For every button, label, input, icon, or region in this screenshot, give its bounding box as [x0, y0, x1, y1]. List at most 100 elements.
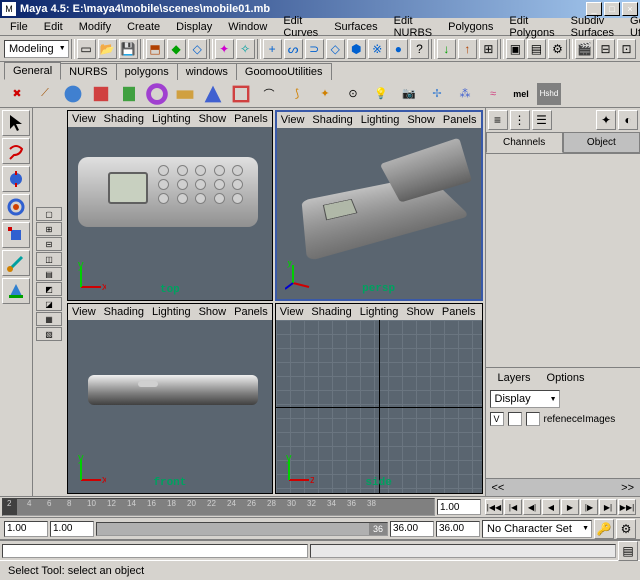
range-start-inner[interactable] — [50, 521, 94, 537]
cb-manip-icon[interactable]: ✦ — [596, 110, 616, 130]
rotate-tool[interactable] — [2, 194, 30, 220]
layout-2h-icon[interactable]: ⊟ — [36, 237, 62, 251]
snap-curve-icon[interactable]: ᔕ — [284, 39, 303, 59]
shelf-hshd-icon[interactable]: Hshd — [536, 82, 562, 106]
vp-menu-lighting[interactable]: Lighting — [152, 306, 191, 318]
menu-modify[interactable]: Modify — [73, 19, 117, 35]
vp-menu-panels[interactable]: Panels — [442, 306, 476, 318]
shelf-mel-icon[interactable]: mel — [508, 82, 534, 106]
vp-menu-shading[interactable]: Shading — [104, 113, 144, 125]
snap-live-icon[interactable]: ⬢ — [347, 39, 366, 59]
step-back-button[interactable]: ◀| — [523, 499, 541, 515]
layout-icon[interactable]: ⊟ — [596, 39, 615, 59]
tab-options[interactable]: Options — [539, 370, 593, 386]
vp-menu-show[interactable]: Show — [199, 113, 227, 125]
new-scene-icon[interactable]: ▭ — [77, 39, 96, 59]
shelf-tab-windows[interactable]: windows — [177, 63, 237, 80]
menu-edit-polygons[interactable]: Edit Polygons — [503, 13, 560, 41]
snap-point-icon[interactable]: ⊃ — [305, 39, 324, 59]
shelf-linear-icon[interactable]: ⌒ — [256, 82, 282, 106]
cb-list3-icon[interactable]: ☰ — [532, 110, 552, 130]
snap-grid-icon[interactable]: + — [263, 39, 282, 59]
time-slider[interactable]: 2468101214161820222426283032343638 — [2, 498, 435, 516]
layout-graph-icon[interactable]: ◩ — [36, 282, 62, 296]
forward-end-button[interactable]: ▶▶| — [618, 499, 636, 515]
shelf-emit-icon[interactable]: ✢ — [424, 82, 450, 106]
vp-menu-panels[interactable]: Panels — [443, 114, 477, 126]
prefs-button[interactable]: ⚙ — [616, 519, 636, 539]
render-icon[interactable]: ▣ — [506, 39, 525, 59]
shelf-tab-general[interactable]: General — [4, 62, 61, 80]
shelf-camera-icon[interactable]: 📷 — [396, 82, 422, 106]
shelf-plane-icon[interactable] — [172, 82, 198, 106]
open-scene-icon[interactable]: 📂 — [98, 39, 117, 59]
question-icon[interactable]: ? — [410, 39, 429, 59]
mask-icon[interactable]: ✦ — [215, 39, 234, 59]
select-tool[interactable] — [2, 110, 30, 136]
range-slider[interactable]: 36 — [96, 522, 388, 536]
script-editor-button[interactable]: ▤ — [618, 541, 638, 561]
vp-menu-show[interactable]: Show — [199, 306, 227, 318]
layout-4view-icon[interactable]: ⊞ — [36, 222, 62, 236]
viewport-top[interactable]: ViewShadingLightingShowPanels xy — [67, 110, 273, 301]
vp-menu-panels[interactable]: Panels — [234, 113, 268, 125]
play-forward-button[interactable]: ▶ — [561, 499, 579, 515]
shelf-torus-icon[interactable] — [144, 82, 170, 106]
ipr-icon[interactable]: ▤ — [527, 39, 546, 59]
menu-subdiv-surfaces[interactable]: Subdiv Surfaces — [565, 13, 620, 41]
vp-menu-show[interactable]: Show — [407, 114, 435, 126]
editor-icon[interactable]: ⊡ — [617, 39, 636, 59]
layer-color-swatch[interactable] — [526, 412, 540, 426]
menu-file[interactable]: File — [4, 19, 34, 35]
shelf-delete-icon[interactable]: ✖ — [4, 82, 30, 106]
save-scene-icon[interactable]: 💾 — [119, 39, 138, 59]
cb-list2-icon[interactable]: ⋮ — [510, 110, 530, 130]
layout-script-icon[interactable]: ▦ — [36, 312, 62, 326]
layers-prev[interactable]: << — [492, 482, 505, 494]
vp-menu-lighting[interactable]: Lighting — [361, 114, 400, 126]
viewport-front[interactable]: ViewShadingLightingShowPanels xy front — [67, 303, 273, 494]
cb-list1-icon[interactable]: ≡ — [488, 110, 508, 130]
menu-edit-nurbs[interactable]: Edit NURBS — [388, 13, 439, 41]
tab-layers[interactable]: Layers — [490, 370, 539, 386]
scale-tool[interactable] — [2, 222, 30, 248]
render-globals-icon[interactable]: ⚙ — [548, 39, 567, 59]
last-tool[interactable] — [2, 278, 30, 304]
menu-create[interactable]: Create — [121, 19, 166, 35]
step-back-key-button[interactable]: |◀ — [504, 499, 522, 515]
menu-display[interactable]: Display — [170, 19, 218, 35]
layout-hyper-icon[interactable]: ◪ — [36, 297, 62, 311]
layout-custom-icon[interactable]: ▧ — [36, 327, 62, 341]
shelf-tab-goomooutilities[interactable]: GoomooUtilities — [236, 63, 332, 80]
layers-next[interactable]: >> — [621, 482, 634, 494]
vp-menu-show[interactable]: Show — [406, 306, 434, 318]
shelf-fluid-icon[interactable]: ≈ — [480, 82, 506, 106]
layer-row[interactable]: V refeneceImages — [486, 410, 640, 428]
layer-mode-selector[interactable]: Display — [490, 390, 560, 408]
move-tool[interactable] — [2, 166, 30, 192]
shelf-square-icon[interactable] — [228, 82, 254, 106]
autokey-button[interactable]: 🔑 — [594, 519, 614, 539]
layer-type-cell[interactable] — [508, 412, 522, 426]
snap-view-icon[interactable]: ※ — [368, 39, 387, 59]
construct-icon[interactable]: ⊞ — [479, 39, 498, 59]
rewind-button[interactable]: |◀◀ — [485, 499, 503, 515]
clapper-icon[interactable]: 🎬 — [575, 39, 594, 59]
snap-plane-icon[interactable]: ◇ — [326, 39, 345, 59]
layout-2v-icon[interactable]: ◫ — [36, 252, 62, 266]
menu-window[interactable]: Window — [222, 19, 273, 35]
current-time-field[interactable] — [437, 499, 481, 515]
vp-menu-lighting[interactable]: Lighting — [152, 113, 191, 125]
tab-object[interactable]: Object — [563, 132, 640, 153]
vp-menu-view[interactable]: View — [281, 114, 305, 126]
shelf-cone-icon[interactable] — [200, 82, 226, 106]
menu-edit[interactable]: Edit — [38, 19, 69, 35]
vp-menu-shading[interactable]: Shading — [311, 306, 351, 318]
step-fwd-key-button[interactable]: ▶| — [599, 499, 617, 515]
range-end-outer[interactable] — [436, 521, 480, 537]
shelf-cube-icon[interactable] — [88, 82, 114, 106]
viewport-persp[interactable]: ViewShadingLightingShowPanels y persp — [275, 110, 483, 301]
menu-edit-curves[interactable]: Edit Curves — [277, 13, 324, 41]
viewport-side[interactable]: ViewShadingLightingShowPanels zy side — [275, 303, 483, 494]
select-obj-icon[interactable]: ◆ — [167, 39, 186, 59]
